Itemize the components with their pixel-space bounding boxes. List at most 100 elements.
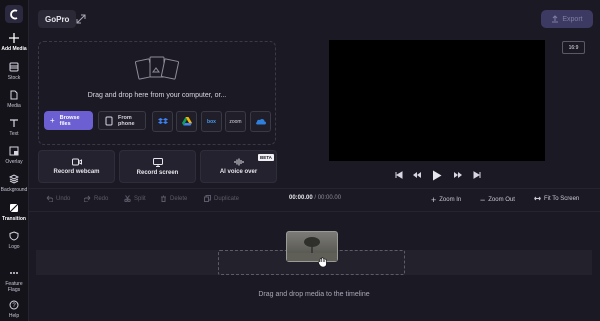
zoom-out-button[interactable]: − Zoom Out — [480, 195, 515, 205]
zoom-in-button[interactable]: + Zoom In — [431, 195, 461, 205]
sidebar-item-label: Help — [8, 313, 20, 319]
undo-icon — [46, 195, 53, 202]
google-drive-button[interactable] — [176, 111, 197, 132]
layers-icon — [8, 173, 20, 185]
sidebar-item-label: Media — [7, 103, 21, 109]
redo-icon — [84, 195, 91, 202]
sidebar-item-label: Add Media — [1, 46, 27, 52]
timecode: 00:00.00 / 00:00.00 — [289, 195, 341, 201]
grab-hand-cursor-icon — [317, 256, 329, 270]
sidebar-item-label: Feature Flags — [5, 281, 23, 293]
sidebar-item-overlay[interactable]: Overlay — [0, 145, 28, 165]
record-webcam-label: Record webcam — [53, 169, 100, 175]
timeline-drop-instructions: Drag and drop media to the timeline — [258, 291, 370, 298]
sidebar-item-text[interactable]: Text — [0, 117, 28, 137]
browse-files-label: Browse files — [59, 114, 80, 127]
sidebar-item-label: Overlay — [5, 159, 23, 165]
sidebar-item-stock[interactable]: Stock — [0, 61, 28, 81]
sidebar-item-label: Text — [9, 131, 19, 137]
phone-icon — [105, 116, 113, 125]
zoom-out-icon: − — [480, 195, 486, 205]
zoom-in-icon: + — [431, 195, 437, 205]
sidebar-item-label: Logo — [8, 244, 20, 250]
transition-icon — [8, 202, 20, 214]
sidebar-item-transition[interactable]: Transition — [0, 202, 28, 222]
rewind-button[interactable] — [411, 170, 423, 180]
beta-badge: BETA — [258, 154, 274, 161]
dropbox-button[interactable] — [152, 111, 173, 132]
zoom-button[interactable]: zoom — [225, 111, 246, 132]
tree-thumbnail-icon — [287, 237, 337, 261]
record-webcam-button[interactable]: Record webcam — [38, 150, 115, 183]
google-drive-icon — [181, 117, 192, 126]
help-icon: ? — [8, 299, 20, 311]
undo-button[interactable]: Undo — [46, 195, 70, 202]
scissors-icon — [124, 195, 131, 202]
skip-forward-button[interactable] — [472, 170, 482, 180]
redo-label: Redo — [94, 195, 109, 202]
zoom-label: zoom — [229, 118, 242, 125]
undo-label: Undo — [56, 195, 71, 202]
sidebar-item-background[interactable]: Background — [0, 173, 28, 193]
from-phone-button[interactable]: From phone — [98, 111, 146, 130]
onedrive-button[interactable] — [250, 111, 271, 132]
sidebar-item-feature-flags[interactable]: Feature Flags — [0, 267, 28, 293]
fit-icon — [534, 196, 541, 201]
delete-label: Delete — [170, 195, 188, 202]
split-label: Split — [134, 195, 146, 202]
dots-icon — [8, 267, 20, 279]
fast-forward-button[interactable] — [452, 170, 464, 180]
ai-voice-over-label: AI voice over — [219, 169, 258, 175]
fit-to-screen-label: Fit To Screen — [544, 195, 580, 202]
play-icon — [433, 170, 442, 180]
overlay-icon — [8, 145, 20, 157]
dropbox-icon — [157, 118, 168, 124]
sidebar-item-media[interactable]: Media — [0, 89, 28, 109]
upload-icon — [552, 15, 559, 23]
delete-button[interactable]: Delete — [160, 195, 187, 202]
project-name-text: GoPro — [45, 14, 70, 24]
aspect-ratio-button[interactable]: 16:9 — [562, 41, 585, 54]
trash-icon — [161, 195, 166, 202]
sidebar-item-label: Background — [0, 187, 28, 193]
file-icon — [8, 89, 20, 101]
drop-instructions: Drag and drop here from your computer, o… — [87, 92, 227, 99]
browse-files-button[interactable]: + Browse files — [44, 111, 93, 130]
total-time: 00:00.00 — [317, 195, 342, 201]
redo-button[interactable]: Redo — [84, 195, 108, 202]
box-button[interactable]: box — [201, 111, 222, 132]
project-name[interactable]: GoPro — [38, 10, 77, 28]
camera-icon — [71, 158, 82, 166]
record-screen-button[interactable]: Record screen — [119, 150, 196, 183]
rewind-icon — [413, 172, 421, 178]
aspect-ratio-label: 16:9 — [568, 44, 579, 51]
monitor-icon — [152, 157, 163, 167]
play-button[interactable] — [431, 169, 443, 181]
sidebar-item-label: Transition — [2, 216, 26, 222]
clipchamp-logo[interactable] — [5, 5, 23, 23]
fit-to-screen-button[interactable]: Fit To Screen — [534, 195, 579, 202]
skip-back-icon — [395, 171, 403, 179]
zoom-out-label: Zoom Out — [488, 197, 515, 203]
skip-forward-icon — [473, 171, 481, 179]
waveform-icon — [234, 158, 243, 166]
onedrive-icon — [256, 119, 266, 125]
box-label: box — [207, 118, 216, 125]
video-preview[interactable] — [329, 40, 545, 161]
duplicate-label: Duplicate — [214, 195, 240, 202]
copy-icon — [204, 195, 211, 202]
from-phone-label: From phone — [118, 114, 135, 127]
text-icon — [8, 117, 20, 129]
record-screen-label: Record screen — [136, 169, 179, 176]
duplicate-button[interactable]: Duplicate — [204, 195, 239, 202]
resize-icon[interactable] — [76, 14, 86, 24]
sidebar-item-logo[interactable]: Logo — [0, 230, 28, 250]
dragging-media-clip[interactable] — [286, 231, 338, 262]
sidebar-item-add-media[interactable]: Add Media — [0, 32, 28, 52]
split-button[interactable]: Split — [124, 195, 146, 202]
plus-icon — [8, 32, 20, 44]
export-button[interactable]: Export — [541, 10, 593, 28]
skip-back-button[interactable] — [394, 170, 404, 180]
fast-forward-icon — [454, 172, 462, 178]
sidebar-item-help[interactable]: ? Help — [0, 299, 28, 319]
